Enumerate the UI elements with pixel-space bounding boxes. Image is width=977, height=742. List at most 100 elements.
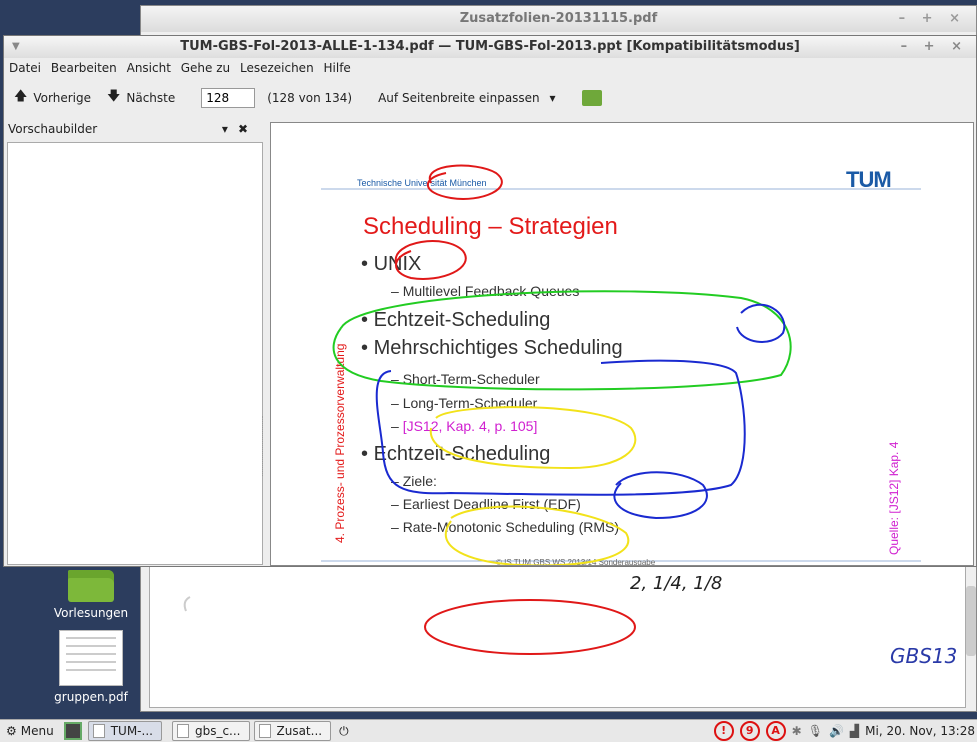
network-icon[interactable]: ▟ <box>850 724 859 738</box>
bullet-text: Earliest Deadline First (EDF) <box>402 496 581 512</box>
bullet-text: Mehrschichtiges Scheduling <box>373 337 623 359</box>
folder-icon <box>68 570 114 602</box>
bullet-dash: – <box>391 519 403 535</box>
page-info: (128 von 134) <box>267 91 353 105</box>
handwriting-fractions: 2, 1/4, 1/8 <box>630 573 722 594</box>
gear-icon: ⚙ <box>6 724 17 738</box>
sidebar-dropdown-icon[interactable]: ▾ <box>222 122 238 136</box>
handwritten-annotations-bg: GBS13 2, 1/4, 1/8 <box>183 573 957 668</box>
arrow-down-icon[interactable]: 🡇 <box>107 87 120 109</box>
pdf-viewer-window[interactable]: ▼ TUM-GBS-Fol-2013-ALLE-1-134.pdf — TUM-… <box>3 35 977 567</box>
bullet-dash: – <box>391 473 403 489</box>
previous-button[interactable]: Vorherige <box>33 91 91 105</box>
taskbar-item-gbs[interactable]: gbs_c... <box>171 721 250 741</box>
sidebar-header: Vorschaubilder ▾✖ <box>4 118 266 140</box>
desktop-folder-vorlesungen[interactable]: Vorlesungen <box>52 570 130 620</box>
document-icon <box>176 724 189 738</box>
arrow-up-icon[interactable]: 🡅 <box>14 87 27 109</box>
pane-splitter[interactable] <box>262 416 266 476</box>
sidebar-close-icon[interactable]: ✖ <box>238 122 258 136</box>
slide-page: Technische Universität München TUM Sched… <box>270 122 974 566</box>
pdf-file-icon <box>59 630 123 686</box>
desktop-file-gruppen-pdf[interactable]: gruppen.pdf <box>52 630 130 704</box>
slide-bullet: • Echtzeit-Scheduling <box>361 309 550 332</box>
menu-ansicht[interactable]: Ansicht <box>127 61 171 75</box>
bullet-text: Long-Term-Scheduler <box>402 395 538 411</box>
slide-bullet: • Echtzeit-Scheduling <box>361 443 550 466</box>
desktop-file-label: gruppen.pdf <box>54 690 128 704</box>
taskbar-item-label: Zusat... <box>276 724 323 738</box>
bullet-text: Rate-Monotonic Scheduling (RMS) <box>402 519 620 535</box>
page-number-input[interactable] <box>201 88 256 108</box>
zoom-select-label: Auf Seitenbreite einpassen <box>378 91 540 105</box>
system-tray: ! 9 A ✱ 🎙 🔊 ▟ Mi, 20. Nov, 13:28 <box>713 721 977 741</box>
start-menu-button[interactable]: ⚙ Menu <box>6 724 54 738</box>
thumbnail-sidebar[interactable] <box>7 142 263 565</box>
open-folder-icon[interactable] <box>581 90 602 106</box>
menu-hilfe[interactable]: Hilfe <box>324 61 351 75</box>
update-alert-icon[interactable]: ! <box>713 721 734 741</box>
slide-side-right: Quelle: [JS12] Kap. 4 <box>887 441 901 555</box>
taskbar-item-label: TUM-... <box>110 724 153 738</box>
bullet-dash: – <box>391 395 403 411</box>
menu-datei[interactable]: Datei <box>9 61 41 75</box>
zoom-select[interactable]: Auf Seitenbreite einpassen ▾ <box>378 91 555 105</box>
bluetooth-icon[interactable]: ✱ <box>792 724 802 738</box>
bullet-text: Echtzeit-Scheduling <box>373 309 551 331</box>
bullet-dash: – <box>391 418 403 434</box>
menu-lesezeichen[interactable]: Lesezeichen <box>240 61 314 75</box>
background-window-title: Zusatzfolien-20131115.pdf <box>459 11 658 26</box>
bullet-text: Short-Term-Scheduler <box>402 371 540 387</box>
bullet-text: [JS12, Kap. 4, p. 105] <box>402 418 538 434</box>
slide-subbullet: – Long-Term-Scheduler <box>391 395 537 411</box>
next-button[interactable]: Nächste <box>126 91 175 105</box>
tum-logo: TUM <box>846 167 892 192</box>
bullet-dot: • <box>361 309 374 331</box>
bullet-dot: • <box>361 253 374 275</box>
menubar: Datei Bearbeiten Ansicht Gehe zu Lesezei… <box>4 58 976 80</box>
slide-subbullet: – Earliest Deadline First (EDF) <box>391 496 581 512</box>
window-controls[interactable]: – + × <box>901 36 968 58</box>
bullet-dash: – <box>391 283 403 299</box>
volume-icon[interactable]: 🔊 <box>829 724 844 738</box>
slide-footer: © IS TUM GBS WS 2013/14 Sonderausgabe <box>496 558 656 566</box>
taskbar: ⚙ Menu TUM-... gbs_c... Zusat... ⏻ ! 9 A… <box>0 719 977 742</box>
notification-count-icon[interactable]: 9 <box>739 721 760 741</box>
bullet-text: UNIX <box>373 253 422 275</box>
slide-subbullet: – Short-Term-Scheduler <box>391 371 540 387</box>
chevron-down-icon: ▾ <box>549 91 556 105</box>
taskbar-item-zusat[interactable]: Zusat... <box>253 721 332 741</box>
slide-subbullet: – Multilevel Feedback Queues <box>391 283 579 299</box>
background-window-controls[interactable]: – + × <box>899 6 966 32</box>
document-icon <box>258 724 271 738</box>
bullet-dot: • <box>361 443 374 465</box>
document-icon <box>92 724 105 738</box>
toolbar: 🡅 Vorherige 🡇 Nächste (128 von 134) Auf … <box>4 80 976 116</box>
background-scrollbar[interactable] <box>966 586 976 656</box>
bullet-dash: – <box>391 371 403 387</box>
slide-subbullet: – Rate-Monotonic Scheduling (RMS) <box>391 519 619 535</box>
slide-subbullet: – [JS12, Kap. 4, p. 105] <box>391 418 537 434</box>
menu-bearbeiten[interactable]: Bearbeiten <box>51 61 117 75</box>
terminal-launcher-icon[interactable] <box>63 722 82 740</box>
menu-gehe-zu[interactable]: Gehe zu <box>181 61 230 75</box>
window-titlebar[interactable]: ▼ TUM-GBS-Fol-2013-ALLE-1-134.pdf — TUM-… <box>4 36 976 58</box>
taskbar-item-tum[interactable]: TUM-... <box>87 721 162 741</box>
slide-bullet: • Mehrschichtiges Scheduling <box>361 337 623 360</box>
adblock-icon[interactable]: A <box>765 721 786 741</box>
bullet-text: Echtzeit-Scheduling <box>373 443 551 465</box>
bullet-text: Ziele: <box>402 473 437 489</box>
microphone-icon[interactable]: 🎙 <box>808 724 823 738</box>
window-menu-icon[interactable]: ▼ <box>12 36 20 58</box>
slide-bullet: • UNIX <box>361 253 421 276</box>
bullet-dot: • <box>361 337 374 359</box>
clock[interactable]: Mi, 20. Nov, 13:28 <box>865 724 975 738</box>
background-window-titlebar[interactable]: Zusatzfolien-20131115.pdf – + × <box>141 6 976 32</box>
slide-subbullet: – Ziele: <box>391 473 437 489</box>
taskbar-item-label: gbs_c... <box>194 724 241 738</box>
bullet-dash: – <box>391 496 403 512</box>
bullet-text: Multilevel Feedback Queues <box>402 283 580 299</box>
window-title: TUM-GBS-Fol-2013-ALLE-1-134.pdf — TUM-GB… <box>180 39 800 54</box>
handwriting-gbs13: GBS13 <box>890 644 957 668</box>
power-icon[interactable]: ⏻ <box>339 724 349 739</box>
